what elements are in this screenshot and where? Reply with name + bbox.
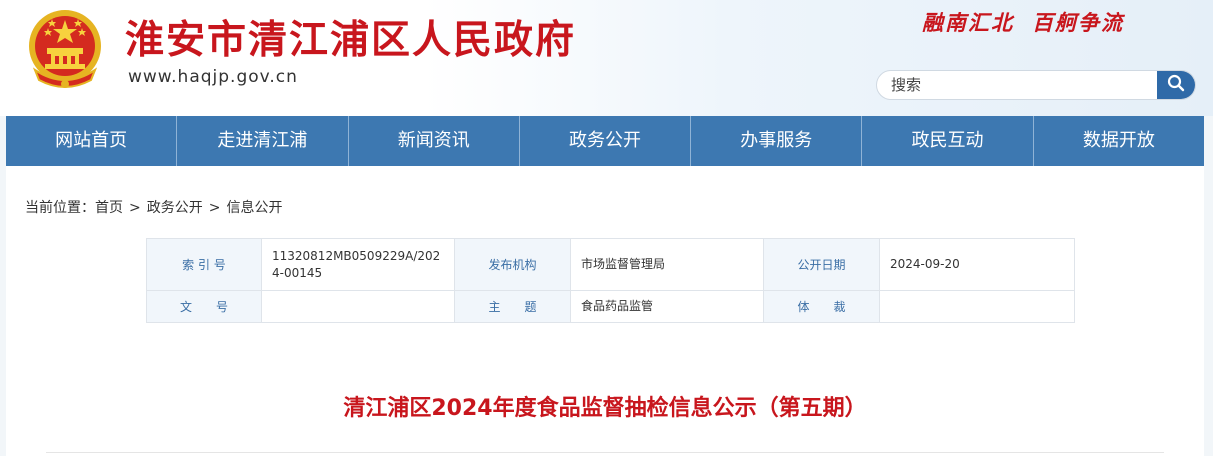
metadata-row: 索 引 号 11320812MB0509229A/2024-00145 发布机构…: [146, 238, 1075, 291]
site-title[interactable]: 淮安市清江浦区人民政府: [125, 14, 576, 66]
nav-item-home[interactable]: 网站首页: [6, 116, 178, 166]
index-number-label: 索 引 号: [146, 238, 262, 291]
document-number-label: 文 号: [146, 290, 262, 323]
national-emblem-icon: [25, 8, 105, 92]
breadcrumb-info-disclosure[interactable]: 信息公开: [226, 200, 282, 216]
breadcrumb-separator: >: [208, 200, 221, 216]
breadcrumb-gov-affairs[interactable]: 政务公开: [147, 200, 203, 216]
slogan-right: 百舸争流: [1032, 10, 1124, 35]
breadcrumb-home[interactable]: 首页: [95, 200, 123, 216]
publisher-value: 市场监督管理局: [570, 238, 764, 291]
nav-item-news[interactable]: 新闻资讯: [349, 116, 520, 166]
nav-item-gov-affairs[interactable]: 政务公开: [520, 116, 692, 166]
genre-label: 体 裁: [763, 290, 880, 323]
nav-item-services[interactable]: 办事服务: [691, 116, 863, 166]
search-button[interactable]: [1157, 71, 1195, 99]
breadcrumb: 当前位置：首页 > 政务公开 > 信息公开: [25, 198, 282, 218]
subject-label: 主 题: [454, 290, 571, 323]
subject-value: 食品药品监管: [570, 290, 764, 323]
slogan-left: 融南汇北: [922, 10, 1014, 35]
publish-date-value: 2024-09-20: [879, 238, 1075, 291]
main-content: 当前位置：首页 > 政务公开 > 信息公开 索 引 号 11320812MB050922…: [6, 166, 1204, 456]
genre-value: [879, 290, 1075, 323]
slogan: 融南汇北 百舸争流: [922, 8, 1124, 38]
title-divider: [46, 452, 1164, 453]
nav-item-open-data[interactable]: 数据开放: [1034, 116, 1204, 166]
main-nav: 网站首页 走进清江浦 新闻资讯 政务公开 办事服务 政民互动 数据开放: [6, 116, 1204, 166]
index-number-value: 11320812MB0509229A/2024-00145: [261, 238, 455, 291]
breadcrumb-prefix: 当前位置：: [25, 200, 95, 216]
nav-item-about[interactable]: 走进清江浦: [177, 116, 349, 166]
metadata-row: 文 号 主 题 食品药品监管 体 裁: [146, 290, 1075, 323]
search-icon: [1167, 74, 1185, 96]
breadcrumb-separator: >: [129, 200, 141, 216]
site-header: 淮安市清江浦区人民政府 www.haqjp.gov.cn 融南汇北 百舸争流: [0, 0, 1213, 116]
nav-item-interaction[interactable]: 政民互动: [862, 116, 1034, 166]
search-box: [876, 70, 1196, 100]
search-input[interactable]: [877, 71, 1157, 99]
document-number-value: [261, 290, 455, 323]
site-url: www.haqjp.gov.cn: [128, 67, 298, 87]
publisher-label: 发布机构: [454, 238, 571, 291]
publish-date-label: 公开日期: [763, 238, 880, 291]
article-title: 清江浦区2024年度食品监督抽检信息公示（第五期）: [343, 396, 867, 421]
metadata-table: 索 引 号 11320812MB0509229A/2024-00145 发布机构…: [146, 238, 1075, 323]
